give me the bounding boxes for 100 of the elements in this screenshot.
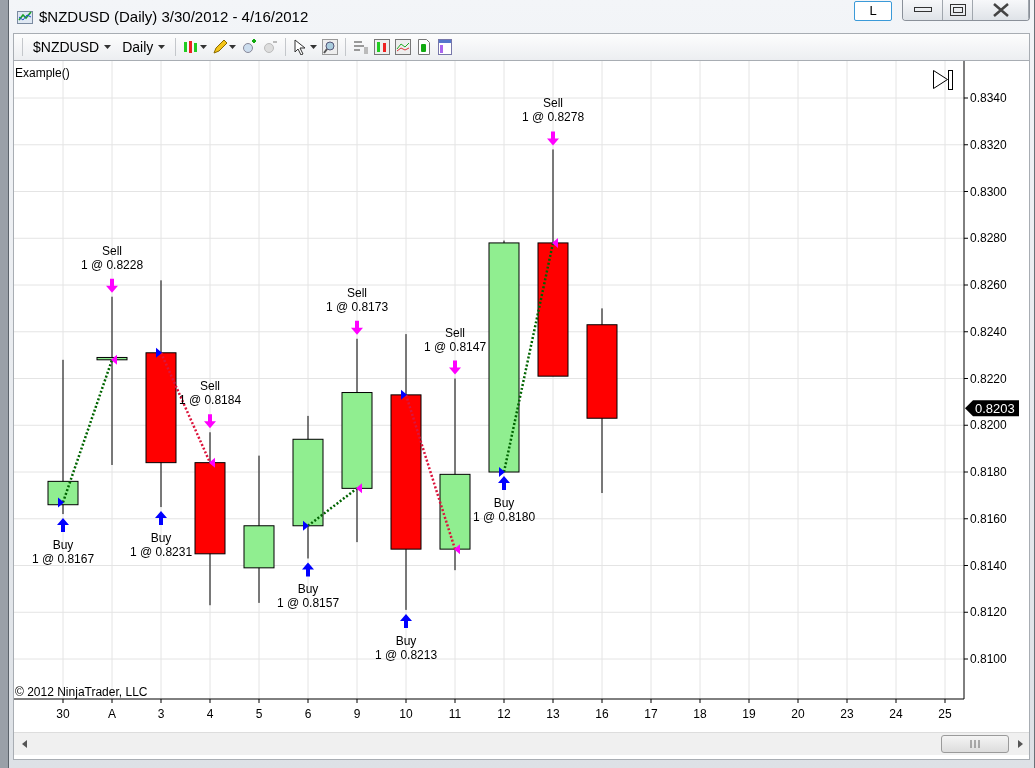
play-to-end-icon — [933, 70, 953, 90]
buy-label: Buy — [52, 538, 74, 553]
indicators-button[interactable] — [374, 39, 391, 55]
x-axis-label: 11 — [448, 707, 462, 721]
buy-arrow-icon — [155, 511, 167, 526]
y-axis-label: 0.8200 — [970, 418, 1007, 433]
y-axis-label: 0.8300 — [970, 184, 1007, 199]
x-axis-label: 16 — [595, 707, 609, 721]
maximize-button[interactable] — [943, 0, 973, 20]
caret-icon — [200, 45, 208, 49]
y-axis-label: 0.8120 — [970, 605, 1007, 620]
y-axis-label: 0.8340 — [970, 91, 1007, 105]
sell-label: Sell — [445, 325, 465, 340]
x-axis-label: 24 — [889, 707, 903, 721]
sell-fill-text: 1 @ 0.8147 — [423, 339, 487, 354]
caret-icon — [310, 45, 318, 49]
entry-marker — [401, 389, 407, 400]
y-axis-label: 0.8140 — [970, 558, 1007, 573]
minimize-icon — [913, 7, 932, 13]
y-axis-label: 0.8160 — [970, 511, 1007, 526]
minimize-button[interactable] — [903, 0, 943, 20]
close-icon — [992, 3, 1009, 17]
pointer-button[interactable] — [293, 39, 318, 55]
data-box-button[interactable] — [353, 39, 370, 55]
buy-arrow-icon — [57, 518, 69, 533]
buy-fill-text: 1 @ 0.8157 — [276, 596, 340, 611]
exit-marker — [454, 544, 460, 555]
buy-fill-text: 1 @ 0.8167 — [31, 552, 95, 567]
performance-button[interactable] — [416, 39, 433, 55]
x-axis-label: 23 — [840, 707, 854, 721]
x-axis-label: 25 — [938, 707, 952, 721]
y-axis-label: 0.8280 — [970, 231, 1007, 246]
pencil-icon — [212, 39, 229, 55]
strategies-button[interactable] — [395, 39, 412, 55]
maximize-icon — [949, 4, 966, 16]
buy-label: Buy — [493, 496, 515, 510]
buy-fill-text: 1 @ 0.8180 — [472, 510, 536, 524]
instrument-dropdown[interactable]: $NZDUSD — [30, 39, 115, 55]
y-axis-label: 0.8240 — [970, 324, 1007, 339]
x-axis-label: 3 — [157, 707, 165, 721]
x-axis-label: 10 — [399, 707, 413, 721]
y-axis-label: 0.8260 — [970, 278, 1007, 292]
sell-label: Sell — [102, 243, 122, 258]
entry-marker — [499, 467, 505, 477]
caret-icon — [158, 45, 166, 49]
buy-fill-text: 1 @ 0.8213 — [374, 647, 438, 662]
x-axis-label: 30 — [56, 707, 70, 721]
sell-fill-text: 1 @ 0.8278 — [521, 110, 585, 125]
sell-arrow-icon — [449, 360, 461, 375]
indicator-label: Example() — [15, 66, 70, 80]
y-axis-label: 0.8100 — [970, 652, 1007, 666]
link-button[interactable]: L — [854, 0, 892, 21]
sell-fill-text: 1 @ 0.8228 — [80, 257, 144, 272]
exit-marker — [356, 483, 362, 494]
properties-button[interactable] — [437, 39, 454, 55]
chart-window-icon — [17, 8, 33, 25]
exit-marker — [209, 457, 215, 468]
sell-label: Sell — [543, 96, 563, 111]
sell-fill-text: 1 @ 0.8173 — [325, 299, 389, 314]
last-price-tag: 0.8203 — [965, 400, 1019, 417]
y-axis-label: 0.8220 — [970, 371, 1007, 386]
y-axis-label: 0.8180 — [970, 465, 1007, 479]
x-axis-label: 18 — [693, 707, 707, 721]
x-axis-label: 20 — [791, 707, 805, 721]
candlestick-icon — [183, 39, 200, 55]
drawing-tool-button[interactable] — [212, 39, 237, 55]
caret-icon — [229, 45, 237, 49]
exit-marker — [552, 237, 558, 248]
chart-style-button[interactable] — [183, 39, 208, 55]
x-axis-label: 6 — [304, 707, 312, 721]
x-axis-label: 5 — [255, 707, 263, 721]
copyright-text: © 2012 NinjaTrader, LLC — [15, 685, 148, 699]
sell-arrow-icon — [547, 131, 559, 146]
x-axis-label: 19 — [742, 707, 756, 721]
buy-arrow-icon — [400, 613, 412, 628]
buy-label: Buy — [395, 633, 417, 648]
window-title: $NZDUSD (Daily) 3/30/2012 - 4/16/2012 — [39, 8, 309, 25]
scrollbar-thumb[interactable] — [941, 735, 1009, 753]
sell-fill-text: 1 @ 0.8184 — [178, 393, 242, 408]
buy-label: Buy — [297, 582, 319, 597]
entry-marker — [156, 347, 162, 358]
zoom-button[interactable] — [322, 39, 339, 55]
x-axis-label: 4 — [206, 707, 214, 721]
sell-label: Sell — [200, 379, 220, 394]
sell-arrow-icon — [204, 414, 216, 429]
entry-marker — [303, 520, 309, 531]
entry-marker — [58, 497, 64, 508]
sell-label: Sell — [347, 285, 367, 300]
sell-arrow-icon — [106, 278, 118, 293]
x-axis-label: 12 — [497, 707, 511, 721]
close-button[interactable] — [973, 0, 1029, 20]
zoom-in-button[interactable] — [241, 39, 258, 55]
buy-arrow-icon — [302, 562, 314, 577]
interval-dropdown[interactable]: Daily — [119, 39, 169, 55]
x-axis-label: 9 — [353, 707, 361, 721]
x-axis-label: 13 — [546, 707, 560, 721]
x-axis-label: 17 — [644, 707, 658, 721]
caret-icon — [104, 45, 112, 49]
exit-marker — [111, 354, 117, 365]
buy-label: Buy — [150, 531, 172, 546]
